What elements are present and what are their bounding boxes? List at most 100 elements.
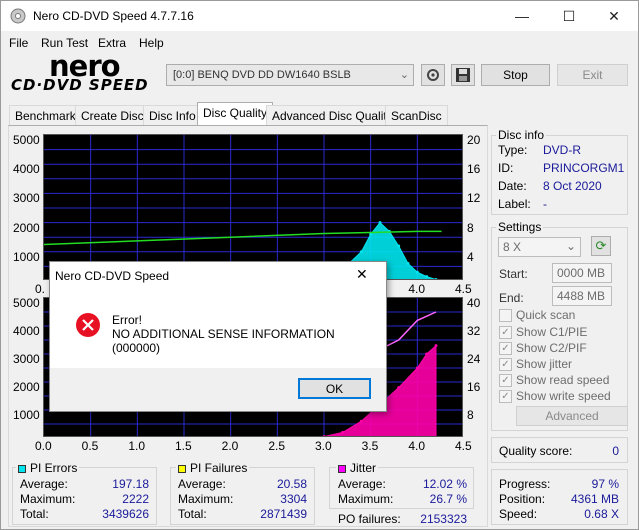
drive-select-value: [0:0] BENQ DVD DD DW1640 BSLB [173,69,351,81]
show-c1-pie-checkbox[interactable]: ✓ Show C1/PIE [499,325,587,340]
disc-date-value: 8 Oct 2020 [543,179,602,193]
show-write-speed-checkbox[interactable]: ✓ Show write speed [499,389,611,404]
pi-failures-maximum-label: Maximum: [178,492,234,506]
menu-extra[interactable]: Extra [98,36,126,50]
pi-errors-point [369,232,373,236]
jitter-average-value: 12.02 % [422,477,467,491]
chevron-down-icon: ⌄ [399,69,409,81]
y-tick-left: 5000 [13,133,40,147]
progress-label: Progress: [499,477,551,491]
tab-advanced-disc-quality[interactable]: Advanced Disc Quality [266,105,399,125]
jitter-average-label: Average: [338,477,386,491]
show-jitter-checkbox[interactable]: ✓ Show jitter [499,357,572,372]
app-icon [10,8,26,24]
po-failures-value: 2153323 [420,512,467,526]
pi-failures-point [359,419,363,423]
tab-scandisc[interactable]: ScanDisc [385,105,448,125]
disc-type-value: DVD-R [543,143,581,157]
disc-id-label: ID: [498,161,514,175]
disc-date-label: Date: [498,179,527,193]
pi-failures-maximum-value: 3304 [280,492,307,506]
x-tick: 1.5 [175,439,192,453]
quick-scan-checkbox[interactable]: Quick scan [499,308,575,323]
quality-score-value: 0 [612,444,619,458]
checkbox-icon [499,309,512,323]
exit-button[interactable]: Exit [557,64,628,86]
y-tick-right: 8 [467,220,474,235]
tab-create-disc[interactable]: Create Disc [75,105,150,125]
pi-errors-average-value: 197.18 [112,477,149,491]
pi-failures-swatch [178,464,186,473]
x-tick: 3.5 [361,439,379,453]
show-c2-pif-checkbox[interactable]: ✓ Show C2/PIF [499,341,587,356]
error-message-text: NO ADDITIONAL SENSE INFORMATION (000000) [112,327,335,355]
app-window: Nero CD-DVD Speed 4.7.7.16 — ☐ ✕ File Ru… [0,0,639,530]
jitter-swatch [338,464,346,473]
pi-failures-average-label: Average: [178,477,226,491]
x-tick: 3.0 [315,439,332,453]
menu-help[interactable]: Help [139,36,164,50]
tab-disc-info[interactable]: Disc Info [143,105,202,125]
pi-errors-point [378,221,382,225]
drive-select[interactable]: [0:0] BENQ DVD DD DW1640 BSLB ⌄ [166,64,414,86]
end-input[interactable]: 4488 MB [552,286,612,306]
error-dialog-close-button[interactable]: ✕ [356,266,368,283]
y-tick-left: 3000 [13,191,40,206]
y-tick-right: 4 [467,249,474,264]
close-button[interactable]: ✕ [591,1,637,31]
error-dialog-title: Nero CD-DVD Speed [55,269,170,283]
ok-button[interactable]: OK [298,378,371,399]
x-tick: 0. [35,282,46,296]
floppy-disk-icon [456,68,470,82]
x-tick: 4.0 [408,282,426,296]
show-read-speed-checkbox[interactable]: ✓ Show read speed [499,373,609,388]
checkmark-icon: ✓ [499,326,512,340]
advanced-button[interactable]: Advanced [516,406,628,426]
y-tick-left: 1000 [13,408,40,422]
error-dialog-title-bar: Nero CD-DVD Speed ✕ [50,262,386,290]
start-input[interactable]: 0000 MB [552,263,612,283]
drive-settings-button[interactable] [421,64,445,86]
checkmark-icon: ✓ [499,358,512,372]
refresh-speed-button[interactable]: ⟳ [591,236,611,256]
end-label: End: [499,291,524,305]
y-tick-right: 32 [467,324,481,338]
y-tick-left: 2000 [13,220,40,235]
x-tick: 4.5 [455,439,472,453]
pi-failures-point [415,366,419,370]
pi-errors-point [415,270,419,274]
y-tick-right: 16 [467,162,481,177]
start-label: Start: [499,267,528,281]
x-tick: 1.0 [128,439,146,453]
y-tick-right: 40 [467,296,481,310]
jitter-title: Jitter [336,461,379,475]
pi-failures-title: PI Failures [176,461,250,475]
pi-errors-chart-svg [44,135,462,279]
tab-benchmark[interactable]: Benchmark [9,105,82,125]
maximize-button[interactable]: ☐ [546,1,592,31]
jitter-maximum-label: Maximum: [338,492,394,506]
pi-failures-total-value: 2871439 [260,507,307,521]
minimize-button[interactable]: — [499,1,545,31]
pi-errors-point [406,261,410,265]
stop-button[interactable]: Stop [481,64,550,86]
pi-errors-point [397,244,401,248]
speed-select[interactable]: 8 X ⌄ [498,237,581,257]
pi-failures-point [397,386,401,390]
nero-logo: nero CD·DVD SPEED [11,49,149,94]
x-tick: 2.5 [268,439,286,453]
refresh-icon: ⟳ [595,238,607,253]
menu-run-test[interactable]: Run Test [41,36,88,50]
window-title: Nero CD-DVD Speed 4.7.7.16 [33,9,194,23]
disc-info-title: Disc info [496,128,547,142]
disc-label-label: Label: [498,197,531,211]
tab-disc-quality[interactable]: Disc Quality [197,102,274,126]
save-button[interactable] [451,64,475,86]
y-tick-left: 4000 [13,324,40,338]
x-tick: 2.0 [221,439,239,453]
pi-errors-maximum-value: 2222 [122,492,149,506]
menu-file[interactable]: File [9,36,28,50]
position-label: Position: [499,492,546,506]
pi-failures-average-value: 20.58 [276,477,307,491]
checkmark-icon: ✓ [499,342,512,356]
